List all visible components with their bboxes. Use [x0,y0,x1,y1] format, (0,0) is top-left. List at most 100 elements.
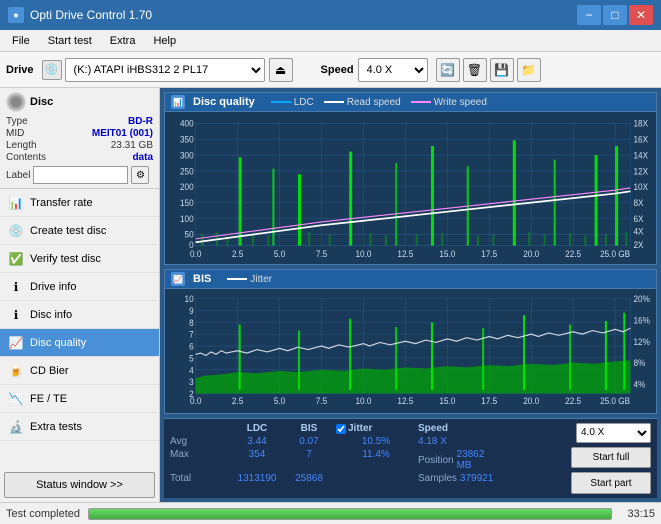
nav-create-test-disc[interactable]: 💿 Create test disc [0,217,159,245]
disc-section: Disc Type BD-R MID MEIT01 (001) Length 2… [0,88,159,189]
stats-max-label: Max [170,449,230,471]
disc-label-button[interactable]: ⚙ [131,166,149,184]
app-title: Opti Drive Control 1.70 [30,8,152,22]
nav-verify-test-disc-label: Verify test disc [30,253,101,265]
menu-file[interactable]: File [4,33,38,49]
jitter-color [227,278,247,280]
disc-label-input[interactable] [33,166,128,184]
stats-samples-value: 379921 [460,473,493,484]
speed-label: Speed [321,64,354,76]
verify-test-disc-icon: ✅ [8,251,24,267]
cd-bier-icon: 🍺 [8,363,24,379]
stats-max-row: Max 354 7 11.4% Position 23862 MB [170,449,559,471]
svg-text:350: 350 [180,134,194,144]
svg-text:16%: 16% [633,315,649,326]
menu-extra[interactable]: Extra [102,33,144,49]
app-icon: ● [8,7,24,23]
svg-text:10X: 10X [633,182,648,192]
svg-text:8: 8 [189,318,194,329]
save-button[interactable]: 📁 [517,58,541,82]
jitter-checkbox[interactable] [336,424,346,434]
close-button[interactable]: ✕ [629,5,653,25]
progress-container [88,508,612,520]
svg-text:17.5: 17.5 [481,249,497,259]
start-part-button[interactable]: Start part [571,472,651,494]
maximize-button[interactable]: □ [603,5,627,25]
title-bar: ● Opti Drive Control 1.70 − □ ✕ [0,0,661,30]
stats-total-empty [336,473,416,484]
start-full-button[interactable]: Start full [571,447,651,469]
svg-text:17.5: 17.5 [481,396,497,407]
disc-quality-icon: 📈 [8,335,24,351]
bis-legend: Jitter [227,274,272,285]
disc-icon [6,92,26,112]
title-bar-controls: − □ ✕ [577,5,653,25]
eject-button[interactable]: ⏏ [269,58,293,82]
nav-disc-info[interactable]: ℹ Disc info [0,301,159,329]
svg-text:4%: 4% [633,379,645,390]
disc-length-row: Length 23.31 GB [6,140,153,151]
nav-transfer-rate[interactable]: 📊 Transfer rate [0,189,159,217]
nav-drive-info-label: Drive info [30,281,76,293]
svg-text:3: 3 [189,377,194,388]
drive-label: Drive [6,64,34,76]
nav-verify-test-disc[interactable]: ✅ Verify test disc [0,245,159,273]
stats-max-ldc: 354 [232,449,282,471]
create-test-disc-icon: 💿 [8,223,24,239]
nav-transfer-rate-label: Transfer rate [30,197,93,209]
nav-drive-info[interactable]: ℹ Drive info [0,273,159,301]
minimize-button[interactable]: − [577,5,601,25]
drive-selector[interactable]: (K:) ATAPI iHBS312 2 PL17 [65,58,265,82]
legend-read-speed: Read speed [324,97,401,108]
nav-cd-bier[interactable]: 🍺 CD Bier [0,357,159,385]
nav-disc-quality[interactable]: 📈 Disc quality [0,329,159,357]
svg-text:300: 300 [180,150,194,160]
svg-text:2.5: 2.5 [232,249,244,259]
extra-tests-icon: 🔬 [8,419,24,435]
nav-cd-bier-label: CD Bier [30,365,69,377]
erase-button[interactable]: 🗑 [463,58,487,82]
disc-props: Type BD-R MID MEIT01 (001) Length 23.31 … [6,116,153,184]
speed-selector[interactable]: 4.0 X [358,58,428,82]
svg-text:15.0: 15.0 [439,396,455,407]
svg-text:150: 150 [180,198,194,208]
nav-fe-te[interactable]: 📉 FE / TE [0,385,159,413]
drive-info-icon: ℹ [8,279,24,295]
refresh-button[interactable]: 🔄 [436,58,460,82]
stats-avg-jitter: 10.5% [336,436,416,447]
svg-text:12X: 12X [633,166,648,176]
stats-position-cell: Position 23862 MB [418,449,498,471]
stats-avg-ldc: 3.44 [232,436,282,447]
svg-text:25.0 GB: 25.0 GB [600,396,630,407]
disc-title: Disc [30,96,53,108]
stats-speed-selector[interactable]: 4.0 X [576,423,651,443]
nav-extra-tests-label: Extra tests [30,421,82,433]
status-window-button[interactable]: Status window >> [4,472,155,498]
menu-help[interactable]: Help [145,33,184,49]
svg-text:4X: 4X [633,226,643,236]
svg-text:7.5: 7.5 [316,249,328,259]
disc-type-value: BD-R [128,116,153,127]
quality-chart-area: 400 350 300 250 200 150 100 50 0 18X 16X… [165,112,656,259]
disc-mid-value: MEIT01 (001) [92,128,153,139]
svg-text:10.0: 10.0 [355,396,371,407]
svg-text:22.5: 22.5 [565,249,581,259]
write-speed-color [411,101,431,103]
burn-button[interactable]: 💾 [490,58,514,82]
svg-text:7: 7 [189,329,194,340]
quality-legend: LDC Read speed Write speed [271,97,487,108]
quality-chart: 📊 Disc quality LDC Read speed Write spee… [164,92,657,265]
stats-bis-header: BIS [284,423,334,434]
svg-text:50: 50 [185,229,194,239]
write-speed-label: Write speed [434,97,487,108]
nav-extra-tests[interactable]: 🔬 Extra tests [0,413,159,441]
menu-start-test[interactable]: Start test [40,33,100,49]
svg-text:15.0: 15.0 [439,249,455,259]
disc-contents-label: Contents [6,152,46,163]
ldc-label: LDC [294,97,314,108]
nav-disc-info-label: Disc info [30,309,72,321]
legend-write-speed: Write speed [411,97,487,108]
svg-text:12%: 12% [633,336,649,347]
disc-header: Disc [6,92,153,112]
time-display: 33:15 [620,508,655,520]
